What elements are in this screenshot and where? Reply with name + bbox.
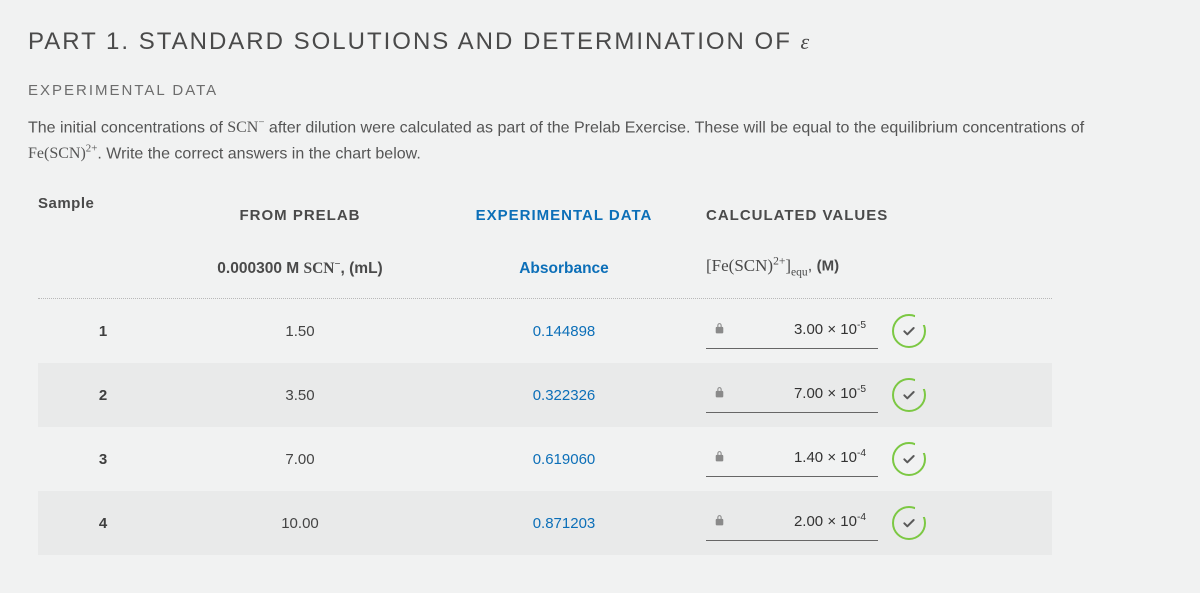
prelab-value: 10.00 <box>168 515 432 532</box>
absorbance-value: 0.144898 <box>432 323 696 340</box>
table-row: 23.500.322326 7.00 × 10-5 <box>38 363 1052 427</box>
calc-prefix: [Fe(SCN) <box>706 256 773 275</box>
section-subheading: EXPERIMENTAL DATA <box>28 82 1172 99</box>
correct-indicator <box>892 506 926 540</box>
calc-cell: 1.40 × 10-4 <box>696 441 1052 477</box>
answer-field[interactable]: 1.40 × 10-4 <box>706 441 878 477</box>
intro-text-c: . Write the correct answers in the chart… <box>97 145 420 162</box>
col-calc: [Fe(SCN)2+]equ, (M) <box>696 240 1052 292</box>
intro-paragraph: The initial concentrations of SCN− after… <box>28 115 1158 167</box>
sample-number: 2 <box>38 387 168 404</box>
col-prelab: 0.000300 M SCN−, (mL) <box>168 245 432 292</box>
intro-text-a: The initial concentrations of <box>28 119 227 136</box>
check-icon <box>901 387 917 403</box>
calc-suffix: , <box>808 258 817 275</box>
prelab-suffix: , (mL) <box>341 260 383 277</box>
lock-icon <box>713 322 726 335</box>
lock-icon <box>713 514 726 527</box>
data-table: Sample FROM PRELAB EXPERIMENTAL DATA CAL… <box>38 195 1052 555</box>
sample-header: Sample <box>38 195 168 240</box>
correct-indicator <box>892 378 926 412</box>
answer-box: 2.00 × 10-4 <box>706 505 1052 541</box>
answer-value: 7.00 × 10-5 <box>740 384 872 402</box>
group-experimental: EXPERIMENTAL DATA <box>432 199 696 240</box>
group-header-row: Sample FROM PRELAB EXPERIMENTAL DATA CAL… <box>38 195 1052 240</box>
prelab-species-text: SCN <box>303 260 334 277</box>
col-absorbance: Absorbance <box>432 246 696 292</box>
prelab-prefix: 0.000300 M <box>217 260 303 277</box>
prelab-value: 7.00 <box>168 451 432 468</box>
column-header-row: 0.000300 M SCN−, (mL) Absorbance [Fe(SCN… <box>38 240 1052 299</box>
lock-icon-wrap <box>712 514 726 528</box>
answer-field[interactable]: 3.00 × 10-5 <box>706 313 878 349</box>
table-row: 11.500.144898 3.00 × 10-5 <box>38 299 1052 363</box>
calc-unit: (M) <box>817 258 840 275</box>
answer-field[interactable]: 2.00 × 10-4 <box>706 505 878 541</box>
answer-field[interactable]: 7.00 × 10-5 <box>706 377 878 413</box>
absorbance-value: 0.619060 <box>432 451 696 468</box>
absorbance-value: 0.322326 <box>432 387 696 404</box>
lock-icon <box>713 450 726 463</box>
answer-value: 3.00 × 10-5 <box>740 320 872 338</box>
species-scn: SCN− <box>227 119 264 136</box>
sample-number: 3 <box>38 451 168 468</box>
prelab-value: 3.50 <box>168 387 432 404</box>
answer-box: 1.40 × 10-4 <box>706 441 1052 477</box>
lock-icon-wrap <box>712 450 726 464</box>
answer-value: 1.40 × 10-4 <box>740 448 872 466</box>
check-icon <box>901 323 917 339</box>
table-row: 37.000.619060 1.40 × 10-4 <box>38 427 1052 491</box>
intro-text-b: after dilution were calculated as part o… <box>264 119 1084 136</box>
lock-icon-wrap <box>712 386 726 400</box>
species-fescn: Fe(SCN)2+ <box>28 145 97 162</box>
lock-icon-wrap <box>712 322 726 336</box>
correct-indicator <box>892 442 926 476</box>
table-row: 410.000.871203 2.00 × 10-4 <box>38 491 1052 555</box>
sample-number: 1 <box>38 323 168 340</box>
group-calculated: CALCULATED VALUES <box>706 199 1052 240</box>
lock-icon <box>713 386 726 399</box>
absorbance-value: 0.871203 <box>432 515 696 532</box>
answer-box: 7.00 × 10-5 <box>706 377 1052 413</box>
check-icon <box>901 451 917 467</box>
sample-number: 4 <box>38 515 168 532</box>
page-title: PART 1. STANDARD SOLUTIONS AND DETERMINA… <box>28 28 1172 56</box>
correct-indicator <box>892 314 926 348</box>
calc-cell: 2.00 × 10-4 <box>696 505 1052 541</box>
calc-cell: 3.00 × 10-5 <box>696 313 1052 349</box>
calc-sup: 2+ <box>773 254 785 267</box>
title-text: PART 1. STANDARD SOLUTIONS AND DETERMINA… <box>28 28 801 55</box>
calc-sub: equ <box>791 265 808 278</box>
prelab-value: 1.50 <box>168 323 432 340</box>
prelab-species: SCN− <box>303 260 340 277</box>
group-prelab: FROM PRELAB <box>168 199 432 240</box>
answer-box: 3.00 × 10-5 <box>706 313 1052 349</box>
check-icon <box>901 515 917 531</box>
calc-cell: 7.00 × 10-5 <box>696 377 1052 413</box>
calc-species: [Fe(SCN)2+]equ <box>706 256 808 275</box>
epsilon-symbol: ε <box>801 29 812 54</box>
answer-value: 2.00 × 10-4 <box>740 512 872 530</box>
